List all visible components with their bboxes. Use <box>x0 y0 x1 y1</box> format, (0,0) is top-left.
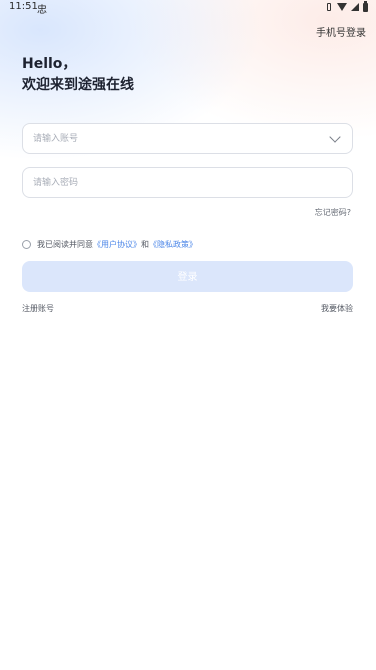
account-input[interactable] <box>33 124 313 153</box>
agreement-and: 和 <box>141 240 149 249</box>
account-field <box>22 123 353 154</box>
forgot-password-link[interactable]: 忘记密码? <box>315 207 351 218</box>
status-bar: 11:51 忠 <box>0 0 376 16</box>
greeting-welcome: 欢迎来到途强在线 <box>22 77 134 93</box>
privacy-policy-link[interactable]: 《隐私政策》 <box>149 239 197 250</box>
agreement-row: 我已阅读并同意 《用户协议》 和 《隐私政策》 <box>22 239 197 250</box>
wifi-icon <box>337 3 347 11</box>
greeting: Hello， 欢迎来到途强在线 <box>22 54 134 96</box>
trial-link[interactable]: 我要体验 <box>321 303 353 314</box>
agreement-radio[interactable] <box>22 240 31 249</box>
user-agreement-link[interactable]: 《用户协议》 <box>93 239 141 250</box>
login-button[interactable]: 登录 <box>22 261 353 292</box>
chevron-down-icon[interactable] <box>329 131 341 143</box>
phone-login-link[interactable]: 手机号登录 <box>316 24 366 39</box>
battery-icon <box>363 0 368 12</box>
notification-app-icon: 忠 <box>37 5 47 16</box>
agreement-prefix: 我已阅读并同意 <box>37 240 93 249</box>
greeting-hello: Hello， <box>22 56 77 72</box>
vibrate-icon <box>325 2 333 12</box>
register-link[interactable]: 注册账号 <box>22 303 54 314</box>
password-field <box>22 167 353 198</box>
status-time: 11:51 <box>9 1 38 12</box>
password-input[interactable] <box>33 168 313 197</box>
signal-icon <box>351 3 359 11</box>
status-icons <box>325 0 368 12</box>
